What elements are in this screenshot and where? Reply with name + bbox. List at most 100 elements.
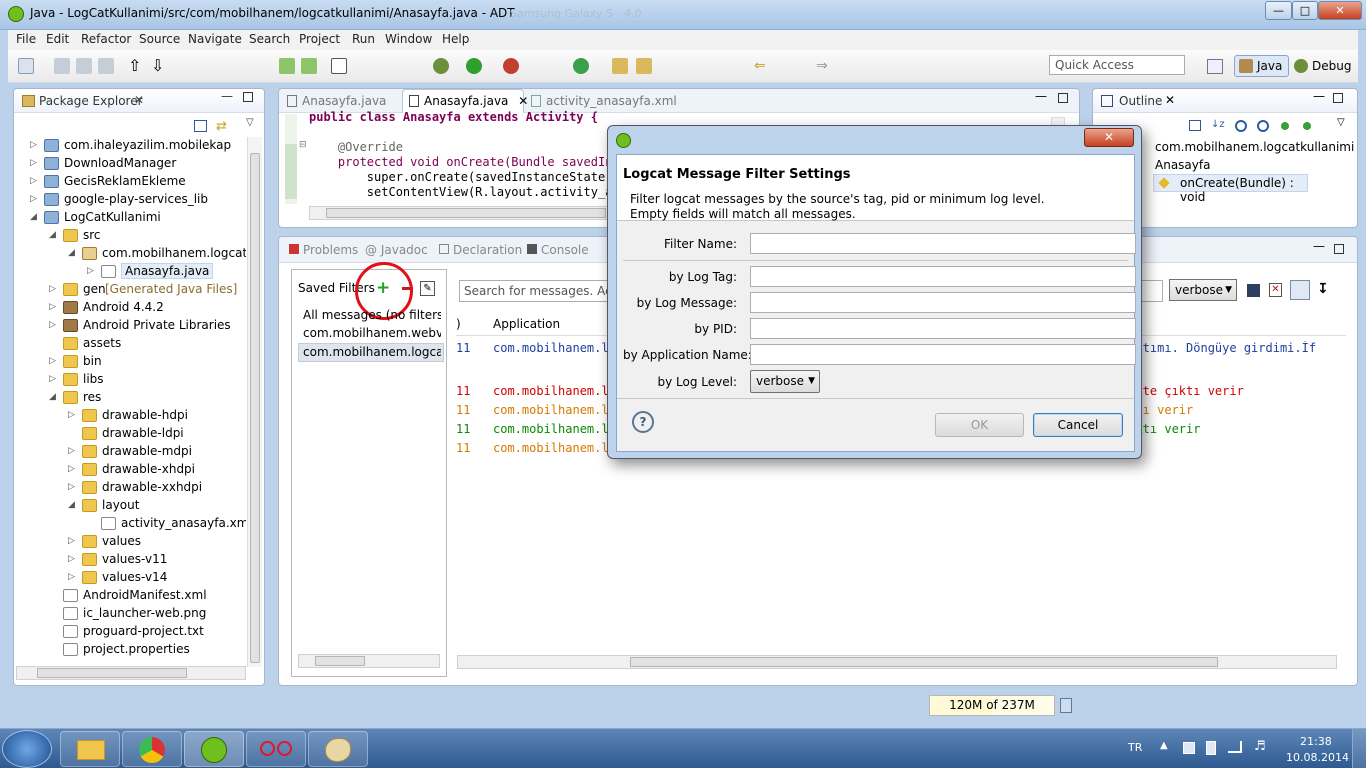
volume-icon[interactable]: ♬ (1254, 739, 1266, 754)
tray-up-arrow-icon[interactable]: ▲ (1160, 740, 1168, 751)
sdk-manager-icon[interactable] (279, 58, 295, 74)
expand-closed-icon[interactable]: ▷ (68, 464, 75, 474)
menu-help[interactable]: Help (442, 32, 469, 46)
tree-item[interactable]: ▷ DownloadManager (14, 155, 246, 173)
collapse-all-icon[interactable] (194, 120, 207, 132)
log-app[interactable]: com.mobilhanem.lo (493, 384, 616, 398)
log-app[interactable]: com.mobilhanem.lo (493, 441, 616, 455)
expand-open-icon[interactable]: ◢ (68, 500, 75, 510)
start-button[interactable] (2, 730, 52, 768)
code-line-5[interactable]: super.onCreate(savedInstanceState); (309, 170, 620, 184)
minimize-button[interactable]: — (1265, 1, 1292, 20)
log-tag-field[interactable] (750, 266, 1136, 287)
tree-item[interactable]: assets (14, 335, 246, 353)
heap-status[interactable]: 120M of 237M (929, 695, 1055, 716)
dialog-close-button[interactable]: ✕ (1084, 128, 1134, 147)
tree-item[interactable]: drawable-ldpi (14, 425, 246, 443)
log-text[interactable]: çıktı verir (1121, 422, 1351, 436)
device-icon[interactable] (1206, 741, 1216, 755)
tree-item[interactable]: ▷ drawable-xhdpi (14, 461, 246, 479)
new-class-icon[interactable] (573, 58, 589, 74)
tree-hscroll-thumb[interactable] (37, 668, 187, 678)
taskbar-adt-button[interactable] (184, 731, 244, 767)
editor-maximize-icon[interactable] (1058, 93, 1068, 103)
tree-item[interactable]: ▷ libs (14, 371, 246, 389)
expand-closed-icon[interactable]: ▷ (68, 446, 75, 456)
taskbar-paint-button[interactable] (308, 731, 368, 767)
expand-closed-icon[interactable]: ▷ (68, 536, 75, 546)
help-button[interactable]: ? (632, 411, 654, 433)
cancel-button[interactable]: Cancel (1033, 413, 1123, 437)
tree-item[interactable]: ▷ com.ihaleyazilim.mobilekap (14, 137, 246, 155)
run-icon[interactable] (466, 58, 482, 74)
log-message-field[interactable] (750, 292, 1136, 313)
outline-minimize-icon[interactable]: — (1313, 89, 1325, 103)
editor-tab-anasayfa-2[interactable]: Anasayfa.java ✕ (409, 94, 528, 108)
link-with-editor-icon[interactable]: ⇄ (216, 119, 227, 134)
tree-item[interactable]: AndroidManifest.xml (14, 587, 246, 605)
code-line-4[interactable]: protected void onCreate(Bundle savedIns (309, 155, 620, 169)
gc-trash-icon[interactable] (1060, 698, 1072, 713)
expand-closed-icon[interactable]: ▷ (49, 374, 56, 384)
expand-open-icon[interactable]: ◢ (30, 212, 37, 222)
menu-window[interactable]: Window (385, 32, 432, 46)
signal-icon[interactable] (1228, 741, 1242, 753)
new-icon[interactable] (18, 58, 34, 74)
editor-hscroll-thumb[interactable] (326, 208, 606, 218)
tree-item[interactable]: ▷ drawable-mdpi (14, 443, 246, 461)
package-explorer-tab[interactable]: Package Explorer (39, 94, 143, 108)
app-name-field[interactable] (750, 344, 1136, 365)
outline-maximize-icon[interactable] (1333, 93, 1343, 103)
forward-icon[interactable]: ⇒ (816, 58, 832, 74)
expand-closed-icon[interactable]: ▷ (68, 554, 75, 564)
print-icon[interactable] (98, 58, 114, 74)
tree-item[interactable]: ▷ values-v11 (14, 551, 246, 569)
open-type-icon[interactable] (612, 58, 628, 74)
tree-item[interactable]: ▷ values (14, 533, 246, 551)
save-icon[interactable] (54, 58, 70, 74)
debug-perspective-button[interactable]: Debug (1289, 55, 1358, 77)
outline-view-menu-icon[interactable]: ▽ (1337, 117, 1345, 128)
hide-local-types-icon[interactable] (1303, 122, 1311, 130)
code-line-1[interactable]: public class Anasayfa extends Activity { (309, 110, 598, 124)
tree-item[interactable]: ▷ bin (14, 353, 246, 371)
maximize-view-icon[interactable] (243, 92, 253, 102)
menu-edit[interactable]: Edit (46, 32, 69, 46)
tray-clock-time[interactable]: 21:38 (1300, 735, 1332, 748)
close-view-icon[interactable]: ✕ (134, 93, 144, 107)
tree-item[interactable]: ▷ drawable-hdpi (14, 407, 246, 425)
tray-clock-date[interactable]: 10.08.2014 (1286, 751, 1349, 764)
fold-icon[interactable]: ⊟ (299, 140, 307, 150)
menu-source[interactable]: Source (139, 32, 180, 46)
tree-scroll-thumb[interactable] (250, 153, 260, 663)
dialog-log-level-select[interactable]: verbose ▼ (750, 370, 820, 393)
outline-item-method[interactable]: onCreate(Bundle) : void (1153, 174, 1308, 204)
tree-item[interactable]: ◢ com.mobilhanem.logcatku (14, 245, 246, 263)
tree-item[interactable]: ▷ gen [Generated Java Files] (14, 281, 246, 299)
tree-item[interactable]: ▷ values-v14 (14, 569, 246, 587)
expand-closed-icon[interactable]: ▷ (68, 482, 75, 492)
outline-close-icon[interactable]: ✕ (1165, 93, 1175, 107)
hide-static-icon[interactable] (1257, 120, 1269, 132)
code-line-6[interactable]: setContentView(R.layout.activity_an (309, 185, 620, 199)
tree-item[interactable]: ◢ src (14, 227, 246, 245)
expand-closed-icon[interactable]: ▷ (30, 158, 37, 168)
menu-file[interactable]: File (16, 32, 36, 46)
expand-closed-icon[interactable]: ▷ (30, 140, 37, 150)
checkbox-icon[interactable] (331, 58, 347, 74)
tree-item[interactable]: ◢ LogCatKullanimi (14, 209, 246, 227)
ok-button[interactable]: OK (935, 413, 1024, 437)
open-perspective-icon[interactable] (1207, 59, 1223, 74)
collapse-all-icon[interactable] (1189, 120, 1201, 131)
language-indicator[interactable]: TR (1128, 741, 1142, 754)
menu-navigate[interactable]: Navigate (188, 32, 242, 46)
log-text[interactable]: ıktı verir (1121, 403, 1351, 417)
filter-name-field[interactable] (750, 233, 1136, 254)
log-pid[interactable]: 11 (456, 441, 470, 455)
outline-item-package[interactable]: com.mobilhanem.logcatkullanimi (1155, 140, 1354, 154)
menu-run[interactable]: Run (352, 32, 375, 46)
maximize-button[interactable]: □ (1292, 1, 1318, 20)
taskbar-flickr-button[interactable] (246, 731, 306, 767)
log-text[interactable]: enkte çıktı verir (1121, 384, 1351, 398)
editor-horizontal-scrollbar[interactable] (309, 206, 609, 220)
